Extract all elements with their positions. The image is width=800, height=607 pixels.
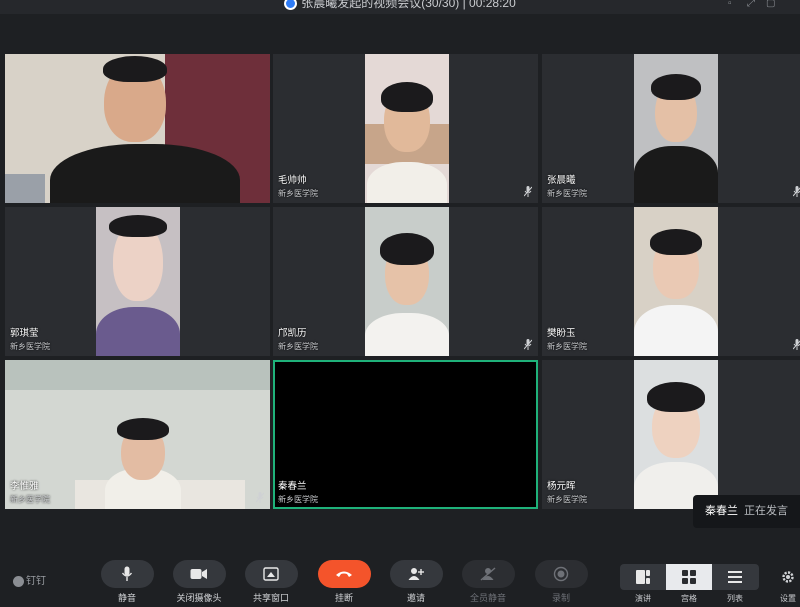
mute-button[interactable]: 静音 — [100, 560, 154, 604]
microphone-icon — [121, 566, 133, 581]
layout-grid-tab[interactable] — [666, 564, 712, 590]
window-title: 张晨曦发起的视频会议(30/30) | 00:28:20 — [0, 0, 800, 11]
grid-layout-icon — [682, 570, 696, 584]
participant-name: 邝凯历 — [278, 328, 307, 339]
video-feed — [634, 360, 718, 509]
participant-name: 毛帅帅 — [278, 175, 307, 186]
dingtalk-icon — [13, 575, 24, 587]
hang-up-button[interactable]: 挂断 — [317, 560, 371, 604]
layout-list-label: 列表 — [727, 594, 743, 603]
mute-all-button[interactable]: 全员静音 — [461, 560, 515, 604]
mic-muted-icon — [524, 186, 532, 197]
invite-button[interactable]: 邀请 — [389, 560, 443, 604]
layout-speaker-tab[interactable] — [620, 564, 666, 590]
mic-muted-icon — [524, 339, 532, 350]
video-tile[interactable] — [5, 54, 270, 203]
share-window-button[interactable]: 共享窗口 — [244, 560, 298, 604]
speaker-name: 秦春兰 — [705, 505, 738, 517]
record-icon — [553, 566, 569, 582]
layout-labels: 演讲 宫格 列表 — [620, 593, 759, 604]
participant-name: 樊盼玉 — [547, 328, 576, 339]
mic-muted-icon — [793, 186, 800, 197]
meeting-toolbar: 钉钉 静音 关闭摄像头 共享窗口 挂断 邀请 全员静音 录制 演讲 宫格 列表 … — [0, 552, 800, 607]
participant-org: 新乡医学院 — [278, 495, 318, 504]
camera-off-button[interactable]: 关闭摄像头 — [172, 560, 226, 604]
video-tile[interactable]: 李惟雅 新乡医学院 — [5, 360, 270, 509]
video-feed — [365, 54, 449, 203]
mic-muted-icon — [793, 339, 800, 350]
video-tile[interactable]: 毛帅帅 新乡医学院 — [273, 54, 538, 203]
video-tile[interactable]: 樊盼玉 新乡医学院 — [542, 207, 800, 356]
participant-org: 新乡医学院 — [278, 342, 318, 351]
video-tile[interactable]: 邝凯历 新乡医学院 — [273, 207, 538, 356]
list-layout-icon — [728, 571, 742, 583]
restore-icon[interactable]: ▢ — [766, 0, 775, 9]
video-tile[interactable]: 张晨曦 新乡医学院 — [542, 54, 800, 203]
video-tile[interactable]: 杨元晖 新乡医学院 — [542, 360, 800, 509]
record-button[interactable]: 录制 — [534, 560, 588, 604]
speaking-indicator: 秦春兰 正在发言 — [693, 495, 800, 528]
title-bar: 张晨曦发起的视频会议(30/30) | 00:28:20 ▫ ⤢ ▢ — [0, 0, 800, 14]
layout-grid-label: 宫格 — [681, 594, 697, 603]
video-feed — [96, 207, 180, 356]
video-tile-active-speaker[interactable]: 秦春兰 新乡医学院 — [273, 360, 538, 509]
meeting-status-icon — [284, 0, 298, 11]
participant-org: 新乡医学院 — [10, 495, 50, 504]
participant-name: 张晨曦 — [547, 175, 576, 186]
participant-org: 新乡医学院 — [10, 342, 50, 351]
participant-name: 秦春兰 — [278, 481, 307, 492]
video-feed — [634, 54, 718, 203]
fullscreen-icon[interactable]: ⤢ — [747, 0, 755, 9]
speaker-layout-icon — [636, 570, 650, 584]
layout-list-tab[interactable] — [712, 564, 758, 590]
hang-up-icon — [336, 571, 352, 577]
video-grid: 毛帅帅 新乡医学院 张晨曦 新乡医学院 郭琪莹 新乡医学院 邝凯历 新乡医学院 — [5, 54, 800, 510]
participant-org: 新乡医学院 — [547, 495, 587, 504]
participant-name: 杨元晖 — [547, 481, 576, 492]
share-screen-icon — [263, 567, 279, 581]
participant-org: 新乡医学院 — [547, 342, 587, 351]
video-tile[interactable]: 郭琪莹 新乡医学院 — [5, 207, 270, 356]
settings-button[interactable]: 设置 — [778, 570, 798, 604]
gear-icon — [782, 571, 794, 583]
video-feed — [5, 360, 270, 509]
mute-all-icon — [480, 567, 496, 581]
video-feed — [365, 207, 449, 356]
brand-logo: 钉钉 — [13, 572, 46, 587]
layout-speaker-label: 演讲 — [635, 594, 651, 603]
participant-name: 郭琪莹 — [10, 328, 39, 339]
participant-name: 李惟雅 — [10, 481, 39, 492]
participant-org: 新乡医学院 — [547, 189, 587, 198]
mic-muted-icon — [256, 492, 264, 503]
video-feed — [5, 54, 270, 203]
participant-org: 新乡医学院 — [278, 189, 318, 198]
minimize-icon[interactable]: ▫ — [728, 0, 732, 9]
layout-switcher — [620, 564, 759, 590]
video-feed — [634, 207, 718, 356]
camera-icon — [190, 569, 207, 579]
speaking-text: 正在发言 — [744, 505, 788, 517]
invite-user-icon — [408, 568, 424, 580]
